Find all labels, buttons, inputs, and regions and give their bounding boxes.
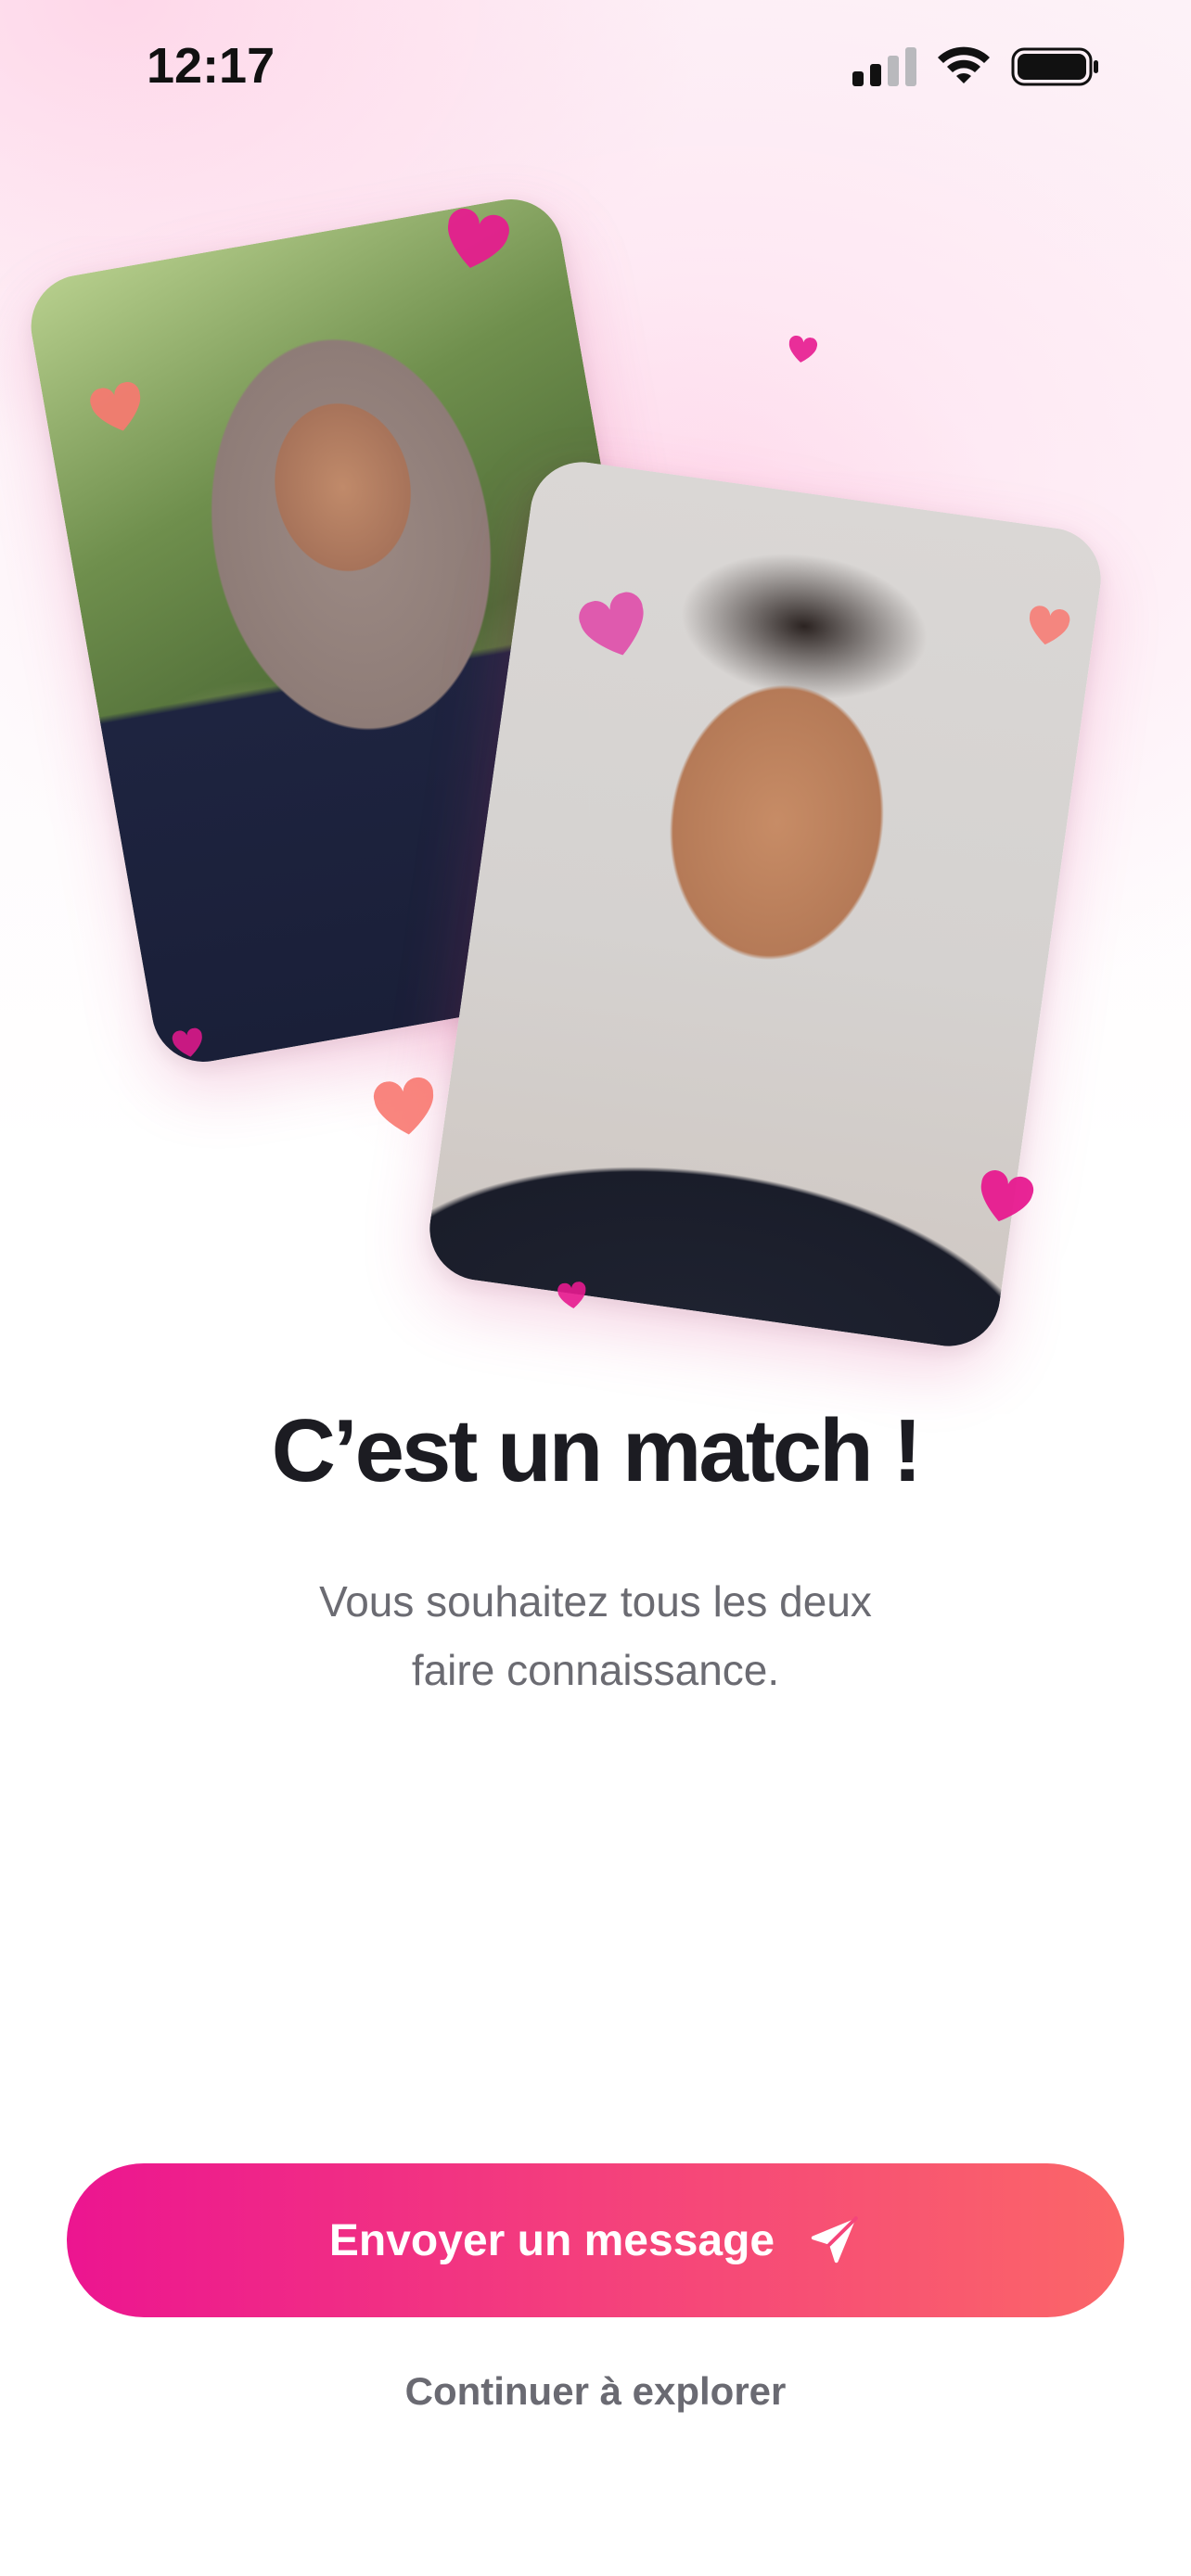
heart-icon bbox=[1024, 604, 1073, 649]
heart-icon bbox=[786, 335, 819, 365]
send-message-label: Envoyer un message bbox=[328, 2215, 775, 2265]
wifi-icon bbox=[937, 46, 991, 87]
send-message-button[interactable]: Envoyer un message bbox=[67, 2163, 1124, 2317]
status-bar: 12:17 bbox=[0, 0, 1191, 139]
match-title: C’est un match ! bbox=[271, 1401, 923, 1500]
heart-icon bbox=[370, 1076, 441, 1141]
match-screen: 12:17 C’est un match ! Vous souhaitez to… bbox=[0, 0, 1191, 2576]
status-time: 12:17 bbox=[147, 38, 275, 94]
match-subtitle: Vous souhaitez tous les deux faire conna… bbox=[0, 1567, 1191, 1704]
battery-icon bbox=[1011, 46, 1100, 87]
match-photos: woman-in-hijab-photo man-portrait-photo bbox=[0, 167, 1191, 1372]
paper-plane-icon bbox=[806, 2213, 862, 2268]
heart-icon bbox=[171, 1027, 207, 1060]
match-subtitle-line-2: faire connaissance. bbox=[411, 1646, 780, 1694]
cellular-signal-icon bbox=[852, 47, 916, 86]
continue-exploring-link[interactable]: Continuer à explorer bbox=[0, 2369, 1191, 2414]
heart-icon bbox=[557, 1281, 589, 1310]
status-icons bbox=[852, 46, 1100, 87]
match-subtitle-line-1: Vous souhaitez tous les deux bbox=[319, 1577, 872, 1626]
